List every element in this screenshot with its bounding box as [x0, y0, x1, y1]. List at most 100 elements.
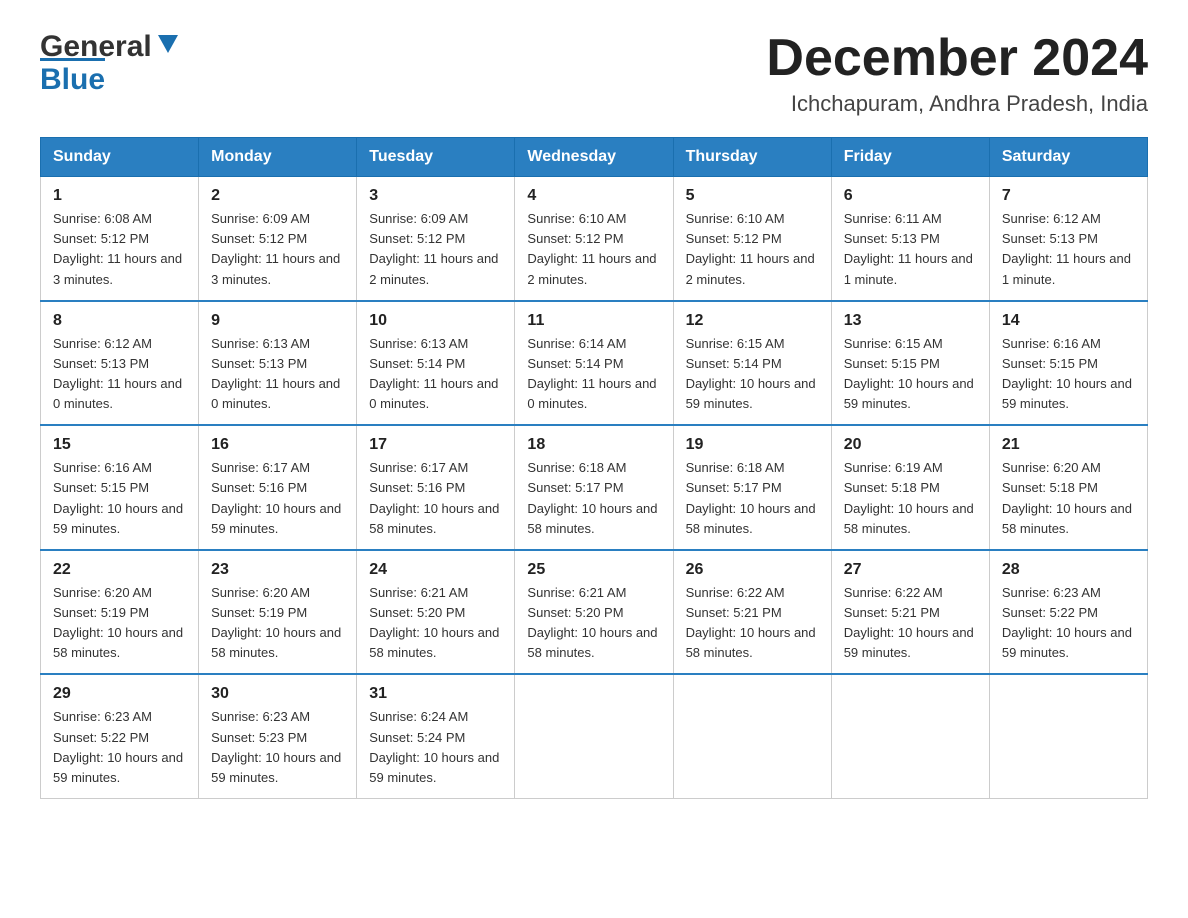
- day-info: Sunrise: 6:10 AMSunset: 5:12 PMDaylight:…: [527, 211, 656, 286]
- day-info: Sunrise: 6:10 AMSunset: 5:12 PMDaylight:…: [686, 211, 815, 286]
- day-info: Sunrise: 6:15 AMSunset: 5:14 PMDaylight:…: [686, 336, 816, 411]
- day-info: Sunrise: 6:20 AMSunset: 5:18 PMDaylight:…: [1002, 460, 1132, 535]
- day-info: Sunrise: 6:20 AMSunset: 5:19 PMDaylight:…: [53, 585, 183, 660]
- calendar-cell: 2 Sunrise: 6:09 AMSunset: 5:12 PMDayligh…: [199, 177, 357, 301]
- day-number: 18: [527, 436, 660, 454]
- day-number: 26: [686, 561, 819, 579]
- day-number: 7: [1002, 187, 1135, 205]
- calendar-cell: [989, 674, 1147, 798]
- calendar-cell: 12 Sunrise: 6:15 AMSunset: 5:14 PMDaylig…: [673, 301, 831, 426]
- calendar-cell: 11 Sunrise: 6:14 AMSunset: 5:14 PMDaylig…: [515, 301, 673, 426]
- calendar-table: SundayMondayTuesdayWednesdayThursdayFrid…: [40, 137, 1148, 799]
- calendar-cell: 16 Sunrise: 6:17 AMSunset: 5:16 PMDaylig…: [199, 425, 357, 550]
- day-info: Sunrise: 6:23 AMSunset: 5:23 PMDaylight:…: [211, 709, 341, 784]
- day-number: 22: [53, 561, 186, 579]
- logo: General Blue: [40, 30, 182, 97]
- calendar-cell: [831, 674, 989, 798]
- day-info: Sunrise: 6:23 AMSunset: 5:22 PMDaylight:…: [53, 709, 183, 784]
- day-info: Sunrise: 6:23 AMSunset: 5:22 PMDaylight:…: [1002, 585, 1132, 660]
- day-info: Sunrise: 6:14 AMSunset: 5:14 PMDaylight:…: [527, 336, 656, 411]
- day-info: Sunrise: 6:22 AMSunset: 5:21 PMDaylight:…: [844, 585, 974, 660]
- day-info: Sunrise: 6:19 AMSunset: 5:18 PMDaylight:…: [844, 460, 974, 535]
- day-info: Sunrise: 6:24 AMSunset: 5:24 PMDaylight:…: [369, 709, 499, 784]
- day-number: 13: [844, 312, 977, 330]
- calendar-cell: 30 Sunrise: 6:23 AMSunset: 5:23 PMDaylig…: [199, 674, 357, 798]
- calendar-cell: 8 Sunrise: 6:12 AMSunset: 5:13 PMDayligh…: [41, 301, 199, 426]
- calendar-cell: 27 Sunrise: 6:22 AMSunset: 5:21 PMDaylig…: [831, 550, 989, 675]
- day-info: Sunrise: 6:12 AMSunset: 5:13 PMDaylight:…: [1002, 211, 1131, 286]
- calendar-week-row: 8 Sunrise: 6:12 AMSunset: 5:13 PMDayligh…: [41, 301, 1148, 426]
- day-info: Sunrise: 6:13 AMSunset: 5:13 PMDaylight:…: [211, 336, 340, 411]
- day-info: Sunrise: 6:18 AMSunset: 5:17 PMDaylight:…: [686, 460, 816, 535]
- day-info: Sunrise: 6:16 AMSunset: 5:15 PMDaylight:…: [1002, 336, 1132, 411]
- day-info: Sunrise: 6:17 AMSunset: 5:16 PMDaylight:…: [369, 460, 499, 535]
- calendar-cell: 19 Sunrise: 6:18 AMSunset: 5:17 PMDaylig…: [673, 425, 831, 550]
- calendar-cell: 22 Sunrise: 6:20 AMSunset: 5:19 PMDaylig…: [41, 550, 199, 675]
- day-info: Sunrise: 6:16 AMSunset: 5:15 PMDaylight:…: [53, 460, 183, 535]
- day-number: 28: [1002, 561, 1135, 579]
- location-text: Ichchapuram, Andhra Pradesh, India: [766, 91, 1148, 117]
- day-number: 17: [369, 436, 502, 454]
- weekday-header-thursday: Thursday: [673, 138, 831, 177]
- calendar-cell: 14 Sunrise: 6:16 AMSunset: 5:15 PMDaylig…: [989, 301, 1147, 426]
- calendar-cell: 1 Sunrise: 6:08 AMSunset: 5:12 PMDayligh…: [41, 177, 199, 301]
- day-info: Sunrise: 6:17 AMSunset: 5:16 PMDaylight:…: [211, 460, 341, 535]
- day-number: 8: [53, 312, 186, 330]
- day-number: 2: [211, 187, 344, 205]
- day-info: Sunrise: 6:18 AMSunset: 5:17 PMDaylight:…: [527, 460, 657, 535]
- day-number: 23: [211, 561, 344, 579]
- day-number: 24: [369, 561, 502, 579]
- day-number: 10: [369, 312, 502, 330]
- day-number: 21: [1002, 436, 1135, 454]
- day-info: Sunrise: 6:21 AMSunset: 5:20 PMDaylight:…: [527, 585, 657, 660]
- day-number: 5: [686, 187, 819, 205]
- weekday-header-sunday: Sunday: [41, 138, 199, 177]
- weekday-header-row: SundayMondayTuesdayWednesdayThursdayFrid…: [41, 138, 1148, 177]
- weekday-header-saturday: Saturday: [989, 138, 1147, 177]
- day-number: 20: [844, 436, 977, 454]
- calendar-cell: 20 Sunrise: 6:19 AMSunset: 5:18 PMDaylig…: [831, 425, 989, 550]
- day-number: 15: [53, 436, 186, 454]
- day-number: 4: [527, 187, 660, 205]
- calendar-cell: 24 Sunrise: 6:21 AMSunset: 5:20 PMDaylig…: [357, 550, 515, 675]
- weekday-header-friday: Friday: [831, 138, 989, 177]
- day-info: Sunrise: 6:11 AMSunset: 5:13 PMDaylight:…: [844, 211, 973, 286]
- logo-arrow-icon: [154, 29, 182, 57]
- calendar-week-row: 15 Sunrise: 6:16 AMSunset: 5:15 PMDaylig…: [41, 425, 1148, 550]
- day-number: 19: [686, 436, 819, 454]
- day-info: Sunrise: 6:20 AMSunset: 5:19 PMDaylight:…: [211, 585, 341, 660]
- calendar-cell: 7 Sunrise: 6:12 AMSunset: 5:13 PMDayligh…: [989, 177, 1147, 301]
- day-info: Sunrise: 6:15 AMSunset: 5:15 PMDaylight:…: [844, 336, 974, 411]
- calendar-cell: 4 Sunrise: 6:10 AMSunset: 5:12 PMDayligh…: [515, 177, 673, 301]
- day-number: 9: [211, 312, 344, 330]
- calendar-cell: 31 Sunrise: 6:24 AMSunset: 5:24 PMDaylig…: [357, 674, 515, 798]
- day-number: 27: [844, 561, 977, 579]
- day-number: 6: [844, 187, 977, 205]
- calendar-cell: 29 Sunrise: 6:23 AMSunset: 5:22 PMDaylig…: [41, 674, 199, 798]
- day-number: 1: [53, 187, 186, 205]
- day-info: Sunrise: 6:08 AMSunset: 5:12 PMDaylight:…: [53, 211, 182, 286]
- day-info: Sunrise: 6:09 AMSunset: 5:12 PMDaylight:…: [369, 211, 498, 286]
- day-number: 29: [53, 685, 186, 703]
- calendar-cell: 26 Sunrise: 6:22 AMSunset: 5:21 PMDaylig…: [673, 550, 831, 675]
- weekday-header-wednesday: Wednesday: [515, 138, 673, 177]
- day-info: Sunrise: 6:12 AMSunset: 5:13 PMDaylight:…: [53, 336, 182, 411]
- title-block: December 2024 Ichchapuram, Andhra Prades…: [766, 30, 1148, 117]
- calendar-cell: 3 Sunrise: 6:09 AMSunset: 5:12 PMDayligh…: [357, 177, 515, 301]
- logo-blue-text: Blue: [40, 58, 105, 97]
- calendar-cell: 21 Sunrise: 6:20 AMSunset: 5:18 PMDaylig…: [989, 425, 1147, 550]
- day-number: 11: [527, 312, 660, 330]
- day-number: 16: [211, 436, 344, 454]
- calendar-cell: 13 Sunrise: 6:15 AMSunset: 5:15 PMDaylig…: [831, 301, 989, 426]
- day-info: Sunrise: 6:21 AMSunset: 5:20 PMDaylight:…: [369, 585, 499, 660]
- calendar-cell: 18 Sunrise: 6:18 AMSunset: 5:17 PMDaylig…: [515, 425, 673, 550]
- calendar-cell: 6 Sunrise: 6:11 AMSunset: 5:13 PMDayligh…: [831, 177, 989, 301]
- day-number: 3: [369, 187, 502, 205]
- calendar-week-row: 1 Sunrise: 6:08 AMSunset: 5:12 PMDayligh…: [41, 177, 1148, 301]
- weekday-header-monday: Monday: [199, 138, 357, 177]
- calendar-cell: 23 Sunrise: 6:20 AMSunset: 5:19 PMDaylig…: [199, 550, 357, 675]
- calendar-cell: 9 Sunrise: 6:13 AMSunset: 5:13 PMDayligh…: [199, 301, 357, 426]
- day-info: Sunrise: 6:13 AMSunset: 5:14 PMDaylight:…: [369, 336, 498, 411]
- calendar-week-row: 22 Sunrise: 6:20 AMSunset: 5:19 PMDaylig…: [41, 550, 1148, 675]
- month-title: December 2024: [766, 30, 1148, 87]
